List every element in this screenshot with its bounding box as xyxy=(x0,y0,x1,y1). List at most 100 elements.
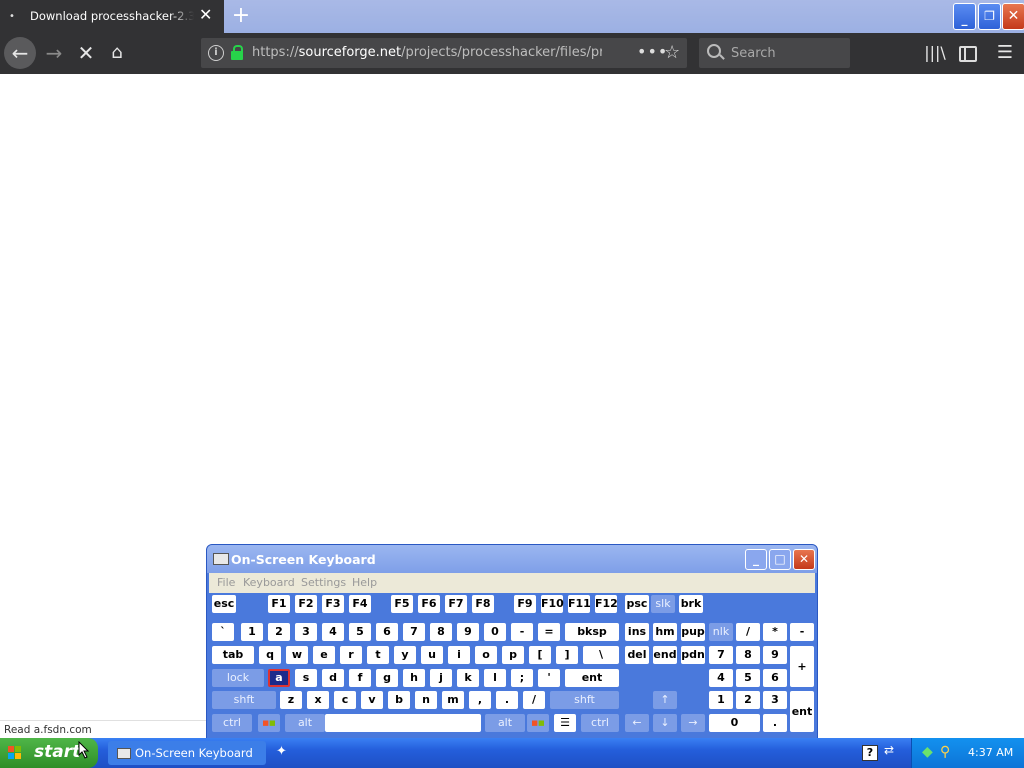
key-6[interactable]: 6 xyxy=(376,623,398,641)
key-1[interactable]: 1 xyxy=(241,623,263,641)
key-F3[interactable]: F3 xyxy=(322,595,344,613)
key-x91[interactable]: [ xyxy=(529,646,551,664)
key-shft[interactable]: shft xyxy=(212,691,276,709)
key-x45[interactable]: - xyxy=(511,623,533,641)
key-ctrl[interactable]: ctrl xyxy=(581,714,619,732)
key-f[interactable]: f xyxy=(349,669,371,687)
key-x96[interactable]: ` xyxy=(212,623,234,641)
url-text[interactable]: https://sourceforge.net/projects/process… xyxy=(252,45,602,60)
key-r[interactable]: r xyxy=(340,646,362,664)
back-arrow-icon[interactable]: ← xyxy=(4,37,36,69)
help-icon[interactable]: ? xyxy=(862,745,878,761)
key-del[interactable]: del xyxy=(625,646,649,664)
key-x59[interactable]: ; xyxy=(511,669,533,687)
key-slk[interactable]: slk xyxy=(651,595,675,613)
menu-keyboard[interactable]: Keyboard xyxy=(243,576,295,589)
key-3[interactable]: 3 xyxy=(763,691,787,709)
key-0[interactable]: 0 xyxy=(709,714,760,732)
key-x92[interactable]: \ xyxy=(583,646,619,664)
key-e[interactable]: e xyxy=(313,646,335,664)
key-x39[interactable]: ' xyxy=(538,669,560,687)
lock-icon[interactable] xyxy=(231,45,243,60)
home-icon[interactable]: ⌂ xyxy=(105,41,129,65)
key-x43[interactable]: + xyxy=(790,646,814,687)
key-4[interactable]: 4 xyxy=(322,623,344,641)
key-end[interactable]: end xyxy=(653,646,677,664)
restore-button[interactable]: ❐ xyxy=(978,3,1001,30)
key-x46[interactable]: . xyxy=(496,691,518,709)
key-F10[interactable]: F10 xyxy=(541,595,564,613)
key-h[interactable]: h xyxy=(403,669,425,687)
new-tab-icon[interactable]: + xyxy=(230,3,252,29)
key-x45[interactable]: - xyxy=(790,623,814,641)
key-ent[interactable]: ent xyxy=(565,669,619,687)
key-x93[interactable]: ] xyxy=(556,646,578,664)
key-ent[interactable]: ent xyxy=(790,691,814,732)
osk-maximize-button[interactable]: □ xyxy=(769,549,791,570)
key-x8862[interactable]: ■■ xyxy=(527,714,549,732)
key-8[interactable]: 8 xyxy=(430,623,452,641)
key-t[interactable]: t xyxy=(367,646,389,664)
address-bar[interactable]: i https://sourceforge.net/projects/proce… xyxy=(201,38,687,68)
menu-file[interactable]: File xyxy=(217,576,235,589)
key-3[interactable]: 3 xyxy=(295,623,317,641)
forward-arrow-icon[interactable]: → xyxy=(42,41,66,65)
key-d[interactable]: d xyxy=(322,669,344,687)
key-k[interactable]: k xyxy=(457,669,479,687)
key-F4[interactable]: F4 xyxy=(349,595,371,613)
key-hm[interactable]: hm xyxy=(653,623,677,641)
menu-settings[interactable]: Settings xyxy=(301,576,346,589)
key-8[interactable]: 8 xyxy=(736,646,760,664)
key-x8592[interactable]: ← xyxy=(625,714,649,732)
key-bksp[interactable]: bksp xyxy=(565,623,619,641)
key-x8595[interactable]: ↓ xyxy=(653,714,677,732)
key-i[interactable]: i xyxy=(448,646,470,664)
osk-close-button[interactable]: ✕ xyxy=(793,549,815,570)
key-x8862[interactable]: ■■ xyxy=(258,714,280,732)
key-2[interactable]: 2 xyxy=(736,691,760,709)
key-0[interactable]: 0 xyxy=(484,623,506,641)
key-m[interactable]: m xyxy=(442,691,464,709)
key-a[interactable]: a xyxy=(268,669,290,687)
osk-minimize-button[interactable]: _ xyxy=(745,549,767,570)
key-y[interactable]: y xyxy=(394,646,416,664)
sidebar-icon[interactable] xyxy=(956,42,978,64)
key-v[interactable]: v xyxy=(361,691,383,709)
key-lock[interactable]: lock xyxy=(212,669,264,687)
key-psc[interactable]: psc xyxy=(625,595,649,613)
key-b[interactable]: b xyxy=(388,691,410,709)
taskbar-item-on-screen-keyboard[interactable]: On-Screen Keyboard xyxy=(108,741,266,765)
key-9[interactable]: 9 xyxy=(763,646,787,664)
key-alt[interactable]: alt xyxy=(485,714,525,732)
search-box[interactable] xyxy=(699,38,850,68)
key-x44[interactable]: , xyxy=(469,691,491,709)
key-x8593[interactable]: ↑ xyxy=(653,691,677,709)
key-x47[interactable]: / xyxy=(523,691,545,709)
key-7[interactable]: 7 xyxy=(709,646,733,664)
key-ins[interactable]: ins xyxy=(625,623,649,641)
key-2[interactable]: 2 xyxy=(268,623,290,641)
key-esc[interactable]: esc xyxy=(212,595,236,613)
key-brk[interactable]: brk xyxy=(679,595,703,613)
key-space[interactable] xyxy=(325,714,481,732)
key-5[interactable]: 5 xyxy=(349,623,371,641)
library-icon[interactable]: |||\ xyxy=(924,42,946,64)
key-7[interactable]: 7 xyxy=(403,623,425,641)
minimize-button[interactable]: _ xyxy=(953,3,976,30)
osk-title-bar[interactable]: On-Screen Keyboard _ □ ✕ xyxy=(207,545,817,573)
key-x46[interactable]: . xyxy=(763,714,787,732)
search-input[interactable] xyxy=(729,43,843,63)
key-5[interactable]: 5 xyxy=(736,669,760,687)
key-ctrl[interactable]: ctrl xyxy=(212,714,252,732)
key-g[interactable]: g xyxy=(376,669,398,687)
key-F6[interactable]: F6 xyxy=(418,595,440,613)
key-l[interactable]: l xyxy=(484,669,506,687)
key-F7[interactable]: F7 xyxy=(445,595,467,613)
key-p[interactable]: p xyxy=(502,646,524,664)
close-window-button[interactable]: ✕ xyxy=(1002,3,1024,30)
tray-icon-2[interactable]: ⚲ xyxy=(940,744,950,760)
key-c[interactable]: c xyxy=(334,691,356,709)
key-9[interactable]: 9 xyxy=(457,623,479,641)
tray-icon-1[interactable]: ◆ xyxy=(922,744,933,760)
key-6[interactable]: 6 xyxy=(763,669,787,687)
